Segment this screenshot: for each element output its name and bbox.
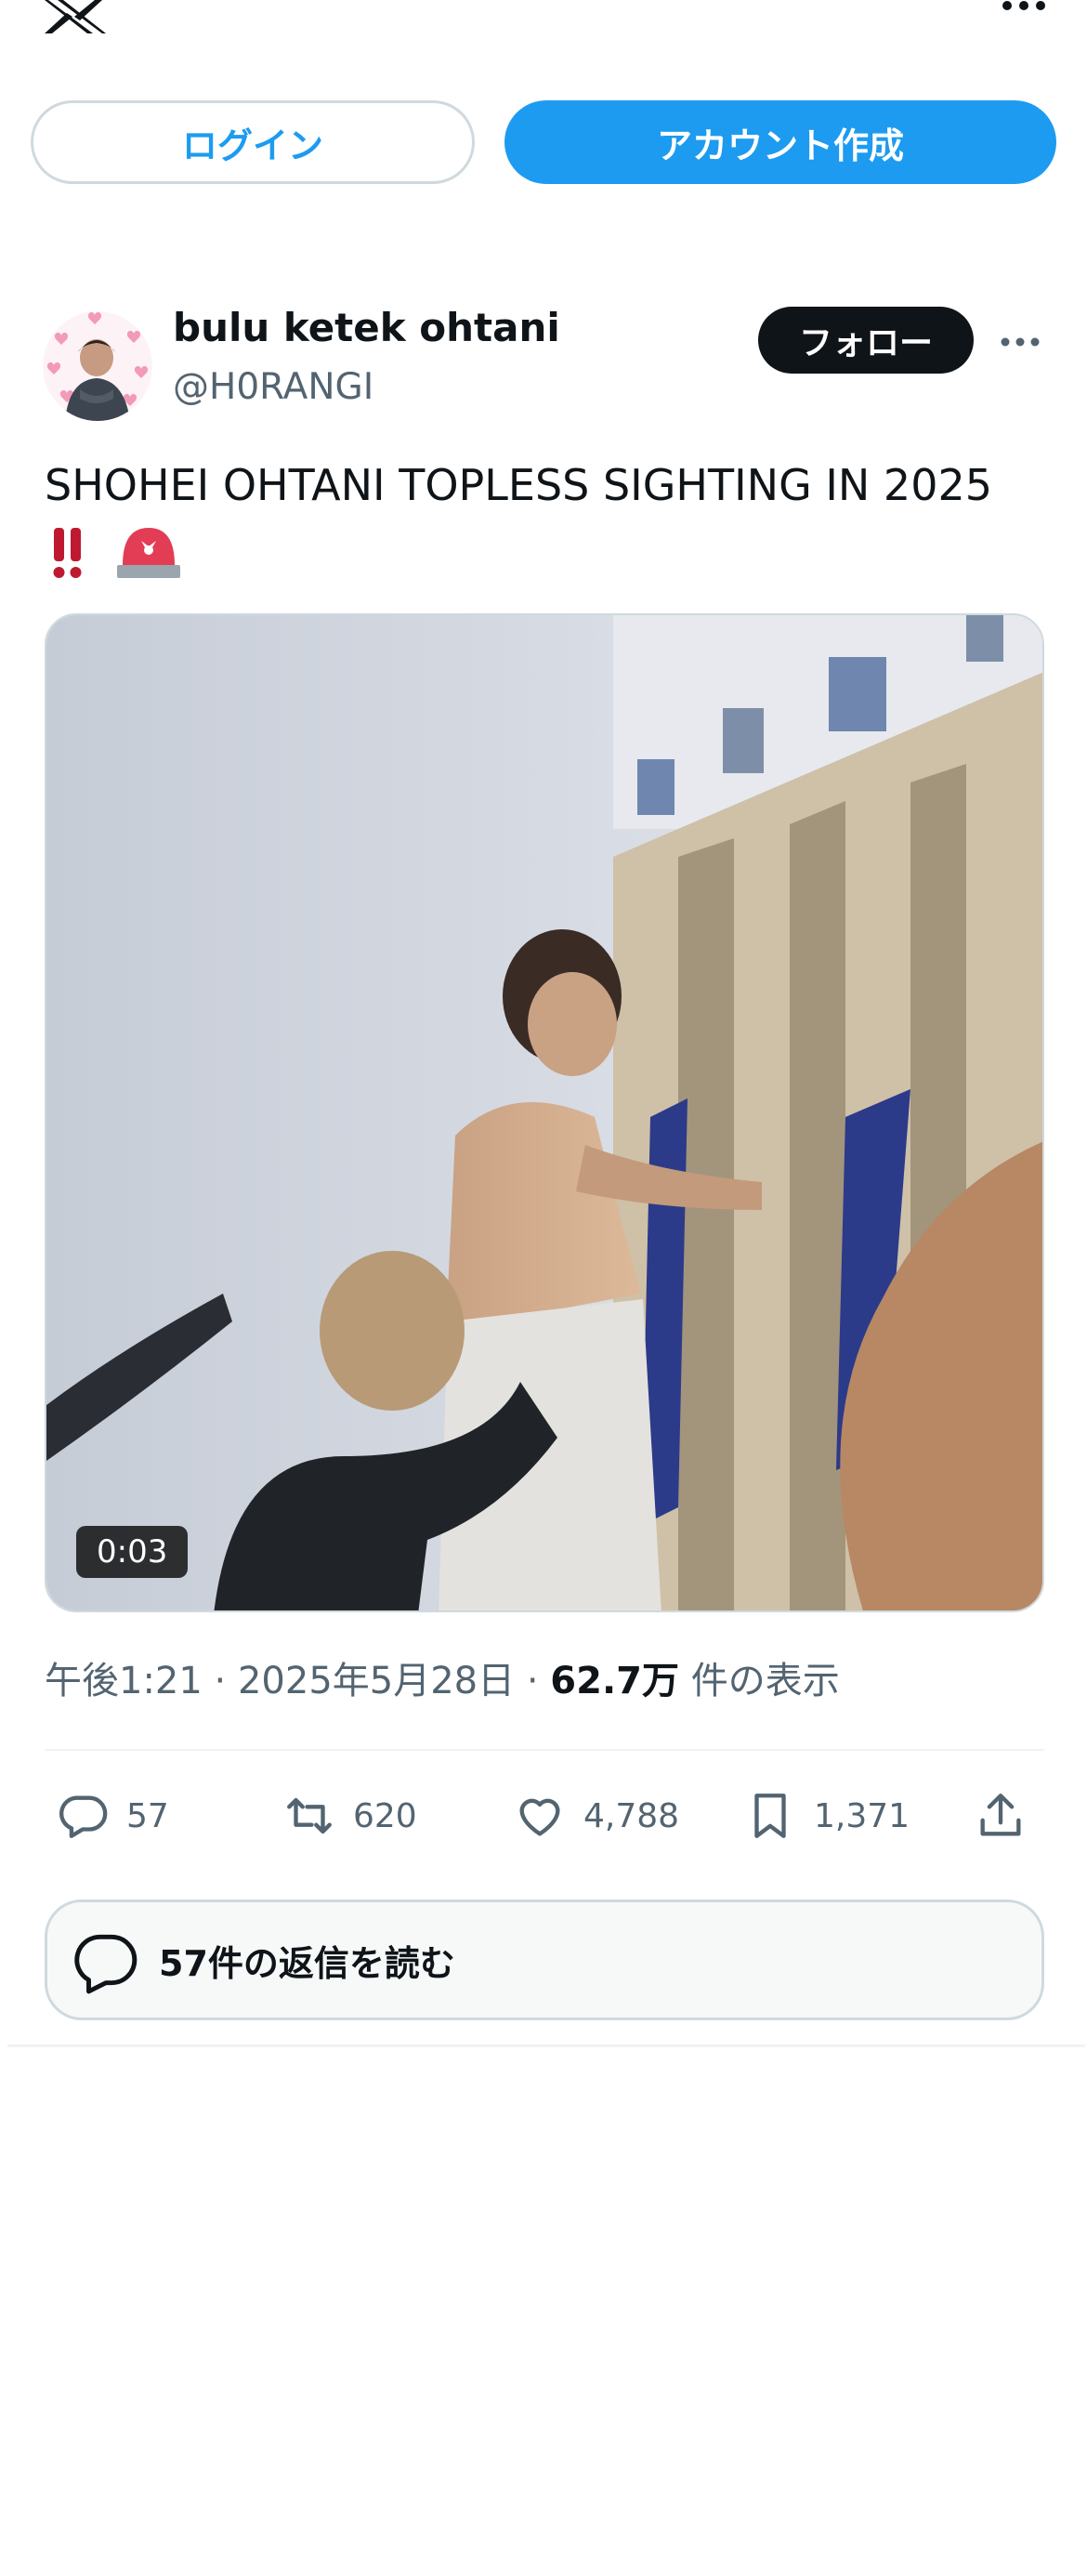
like-count: 4,788 (583, 1796, 680, 1835)
repost-icon (287, 1797, 332, 1834)
author-name[interactable]: bulu ketek ohtani (173, 305, 560, 350)
views-count: 62.7万 (550, 1660, 679, 1702)
follow-button[interactable]: フォロー (758, 307, 974, 374)
author-handle[interactable]: @H0RANGI (173, 366, 373, 408)
double-exclamation-icon (53, 528, 82, 578)
like-button[interactable]: 4,788 (513, 1782, 679, 1849)
tweet-time[interactable]: 午後1:21 (45, 1660, 203, 1702)
tweet-actions: 57 620 4,788 1,371 (0, 1782, 1087, 1849)
tweet-emojis (48, 520, 188, 585)
repost-count: 620 (353, 1796, 417, 1835)
bookmark-count: 1,371 (814, 1796, 910, 1835)
divider (45, 1749, 1044, 1751)
login-button[interactable]: ログイン (31, 100, 475, 184)
avatar[interactable] (43, 311, 152, 421)
share-button[interactable] (974, 1782, 1044, 1849)
police-siren-icon (117, 528, 180, 578)
reply-count: 57 (126, 1796, 169, 1835)
tweet-date[interactable]: 2025年5月28日 (238, 1660, 515, 1702)
more-icon[interactable] (1000, 0, 1048, 20)
read-replies-label: 57件の返信を読む (159, 1942, 455, 1984)
tweet-text: SHOHEI OHTANI TOPLESS SIGHTING IN 2025 (45, 460, 992, 510)
bookmark-icon (754, 1794, 786, 1838)
tweet-more-icon[interactable] (998, 331, 1042, 353)
divider (7, 2044, 1085, 2047)
repost-button[interactable]: 620 (282, 1782, 417, 1849)
auth-buttons: ログイン アカウント作成 (0, 100, 1087, 190)
speech-bubble-icon (74, 1934, 138, 1994)
video-duration-badge: 0:03 (76, 1526, 189, 1578)
like-icon (519, 1798, 560, 1836)
signup-button[interactable]: アカウント作成 (504, 100, 1056, 184)
reply-icon (59, 1795, 108, 1838)
share-icon (980, 1794, 1021, 1836)
reply-button[interactable]: 57 (56, 1782, 169, 1849)
views-label: 件の表示 (690, 1660, 840, 1702)
read-replies-button[interactable]: 57件の返信を読む (45, 1899, 1044, 2020)
tweet-meta: 午後1:21 · 2025年5月28日 · 62.7万 件の表示 (45, 1660, 840, 1702)
bookmark-button[interactable]: 1,371 (743, 1782, 910, 1849)
tweet-video[interactable] (45, 613, 1044, 1612)
x-logo-icon[interactable] (43, 0, 108, 33)
